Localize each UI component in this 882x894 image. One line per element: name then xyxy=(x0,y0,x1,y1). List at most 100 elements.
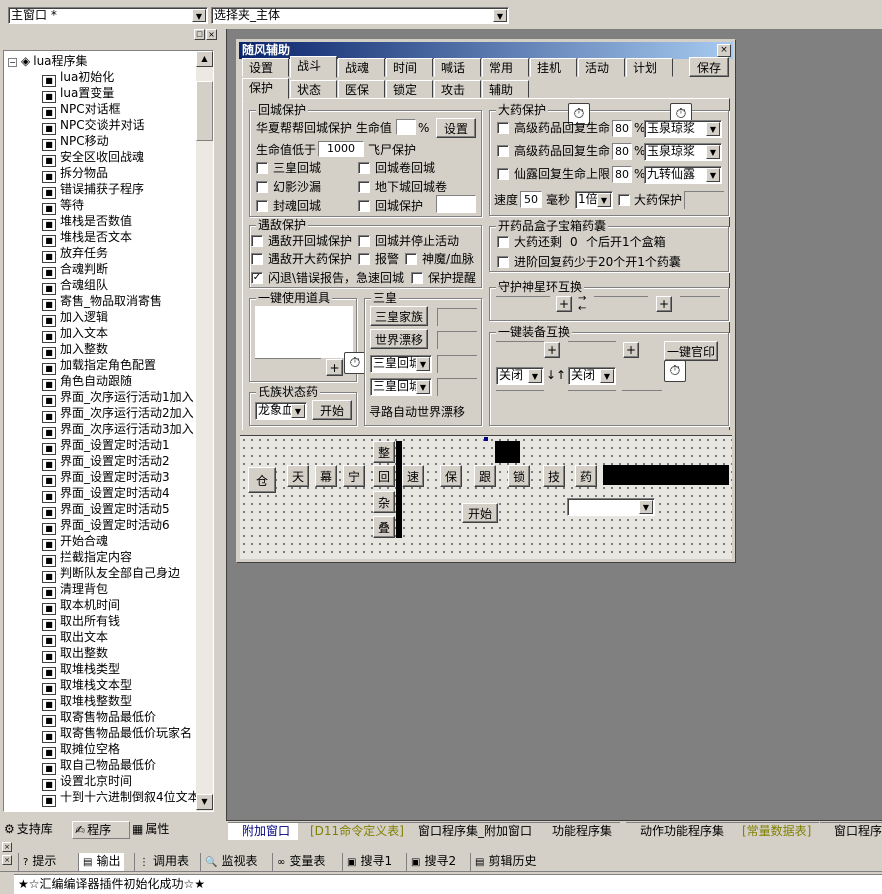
tree-item[interactable]: ■ NPC移动 xyxy=(42,133,109,151)
equip-add-button-2[interactable]: + xyxy=(623,342,639,358)
tree-root[interactable]: − ◈ lua程序集 xyxy=(8,53,88,69)
close-icon[interactable]: × xyxy=(2,842,12,852)
potion-1-checkbox[interactable] xyxy=(497,145,509,157)
city-5-checkbox[interactable] xyxy=(358,200,370,212)
sanhuang-combo-1[interactable]: 三皇回城 ▼ xyxy=(370,355,432,373)
bottom-tab-0[interactable]: 附加窗口 xyxy=(228,822,299,840)
tree-item[interactable]: ■ 寄售_物品取消寄售 xyxy=(42,293,162,311)
speed-input[interactable]: 50 xyxy=(520,191,542,208)
tree-item[interactable]: ■ 十到十六进制倒叙4位文本 xyxy=(42,789,196,807)
guard-input-1[interactable] xyxy=(496,296,550,314)
bottom-tab-1[interactable]: [D11命令定义表] xyxy=(296,822,412,840)
equip-combo-1[interactable]: 关闭 ▼ xyxy=(496,367,544,385)
tree-item[interactable]: ■ 合魂判断 xyxy=(42,261,108,279)
chevron-down-icon[interactable]: ▼ xyxy=(291,404,305,418)
tree-item[interactable]: ■ 取本机时间 xyxy=(42,597,120,615)
output-tab-7[interactable]: ▤ 剪辑历史 xyxy=(470,853,540,871)
tree-item[interactable]: ■ 取寄售物品最低价玩家名 xyxy=(42,725,192,743)
chevron-down-icon[interactable]: ▼ xyxy=(706,168,720,182)
tree-item[interactable]: ■ 开始合魂 xyxy=(42,533,108,551)
output-tab-3[interactable]: 🔍 监视表 xyxy=(200,853,261,871)
enemy-0-checkbox[interactable] xyxy=(251,235,263,247)
items-add-button[interactable]: + xyxy=(326,359,343,376)
city-1-checkbox[interactable] xyxy=(358,162,370,174)
char-button-2[interactable]: 宁 xyxy=(343,465,365,487)
tree-item[interactable]: ■ 错误捕获子程序 xyxy=(42,181,144,199)
tree-item[interactable]: ■ NPC交谈并对话 xyxy=(42,117,145,135)
tree-item[interactable]: ■ 取摊位空格 xyxy=(42,741,120,759)
potion-2-checkbox[interactable] xyxy=(497,168,509,180)
tree-item[interactable]: ■ 取堆栈类型 xyxy=(42,661,120,679)
tree-item[interactable]: ■ 取寄售物品最低价 xyxy=(42,709,156,727)
box-checkbox-2[interactable] xyxy=(497,256,509,268)
vertical-button-2[interactable]: 杂 xyxy=(373,491,395,513)
tab-6[interactable]: 挂机 xyxy=(530,58,577,77)
tab-0[interactable]: 设置 xyxy=(242,58,289,77)
close-icon[interactable]: × xyxy=(717,44,731,57)
tree-item[interactable]: ■ 界面_设置定时活动5 xyxy=(42,501,170,519)
tree-item[interactable]: ■ 取出整数 xyxy=(42,645,108,663)
close-icon[interactable]: × xyxy=(2,855,12,865)
tree-item[interactable]: ■ 角色自动跟随 xyxy=(42,373,132,391)
subtab-1[interactable]: 状态 xyxy=(290,80,337,98)
tab-8[interactable]: 计划 xyxy=(626,58,673,77)
enemy-1-checkbox[interactable] xyxy=(358,235,370,247)
sanhuang-family-button[interactable]: 三皇家族 xyxy=(370,306,428,326)
tree-item[interactable]: ■ 堆栈是否数值 xyxy=(42,213,132,231)
chevron-down-icon[interactable]: ▼ xyxy=(416,380,430,394)
subtab-3[interactable]: 锁定 xyxy=(386,80,433,98)
tree-item[interactable]: ■ 取堆栈文本型 xyxy=(42,677,132,695)
char-button-9[interactable]: 药 xyxy=(575,465,597,487)
chevron-down-icon[interactable]: ▼ xyxy=(600,369,614,383)
subtab-4[interactable]: 攻击 xyxy=(434,80,481,98)
potion-item-combo-2[interactable]: 九转仙露 ▼ xyxy=(644,166,722,184)
enemy-5-checkbox[interactable]: ✓ xyxy=(251,272,263,284)
tree-item[interactable]: ■ 界面_次序运行活动2加入 xyxy=(42,405,194,423)
output-tab-5[interactable]: ▣ 搜寻1 xyxy=(342,853,396,871)
guard-input-2[interactable] xyxy=(594,296,648,314)
equip-add-button-1[interactable]: + xyxy=(544,342,560,358)
tree-item[interactable]: ■ 取自己物品最低价 xyxy=(42,757,156,775)
city-hp-input[interactable] xyxy=(396,119,416,135)
bottom-tab-3[interactable]: 功能程序集 xyxy=(538,822,621,840)
equip-input-4[interactable] xyxy=(568,390,616,408)
tab-7[interactable]: 活动 xyxy=(578,58,625,77)
window-select[interactable]: 主窗口 * ▼ xyxy=(8,7,208,24)
tree-item[interactable]: ■ 堆栈是否文本 xyxy=(42,229,132,247)
subtab-0[interactable]: 保护 xyxy=(242,78,289,99)
guard-input-3[interactable] xyxy=(680,296,720,314)
chevron-down-icon[interactable]: ▼ xyxy=(493,9,507,22)
potion-item-combo-0[interactable]: 玉泉琼浆 ▼ xyxy=(644,120,722,138)
equip-combo-2[interactable]: 关闭 ▼ xyxy=(568,367,616,385)
tree-item[interactable]: ■ 界面_设置定时活动3 xyxy=(42,469,170,487)
items-list[interactable] xyxy=(255,306,353,358)
tab-4[interactable]: 喊话 xyxy=(434,58,481,77)
folder-select[interactable]: 选择夹_主体 ▼ xyxy=(211,7,509,24)
sanhuang-input-3[interactable] xyxy=(437,355,477,373)
enemy-6-checkbox[interactable] xyxy=(411,272,423,284)
tree-item[interactable]: ■ 拆分物品 xyxy=(42,165,108,183)
char-button-6[interactable]: 跟 xyxy=(474,465,496,487)
tree-item[interactable]: ■ 清理背包 xyxy=(42,581,108,599)
tree-item[interactable]: ■ 加入整数 xyxy=(42,341,108,359)
tree-item[interactable]: ■ 界面_设置定时活动1 xyxy=(42,437,170,455)
world-drift-button[interactable]: 世界漂移 xyxy=(370,329,428,349)
equip-input-2[interactable] xyxy=(568,341,616,359)
chevron-down-icon[interactable]: ▼ xyxy=(528,369,542,383)
tree-item[interactable]: ■ 取出所有钱 xyxy=(42,613,120,631)
tree-item[interactable]: ■ 取出文本 xyxy=(42,629,108,647)
bottom-tab-5[interactable]: [常量数据表] xyxy=(728,822,820,840)
tree-item[interactable]: ■ 界面_次序运行活动3加入 xyxy=(42,421,194,439)
tab-1[interactable]: 战斗 xyxy=(290,56,337,78)
tree-item[interactable]: ■ 界面_设置定时活动2 xyxy=(42,453,170,471)
tree-item[interactable]: ■ 界面_次序运行活动1加入 xyxy=(42,389,194,407)
equip-input-1[interactable] xyxy=(496,341,544,359)
tab-support-library[interactable]: ⚙ 支持库 xyxy=(4,821,70,839)
scroll-thumb[interactable] xyxy=(196,81,213,141)
big-potion-checkbox[interactable] xyxy=(618,194,630,206)
sanhuang-combo-2[interactable]: 三皇回城 ▼ xyxy=(370,378,432,396)
tree-item[interactable]: ■ 放弃任务 xyxy=(42,245,108,263)
city-0-checkbox[interactable] xyxy=(256,162,268,174)
potion-value-1[interactable]: 80 xyxy=(612,143,632,160)
tree-scrollbar[interactable]: ▲ ▼ xyxy=(196,51,213,811)
